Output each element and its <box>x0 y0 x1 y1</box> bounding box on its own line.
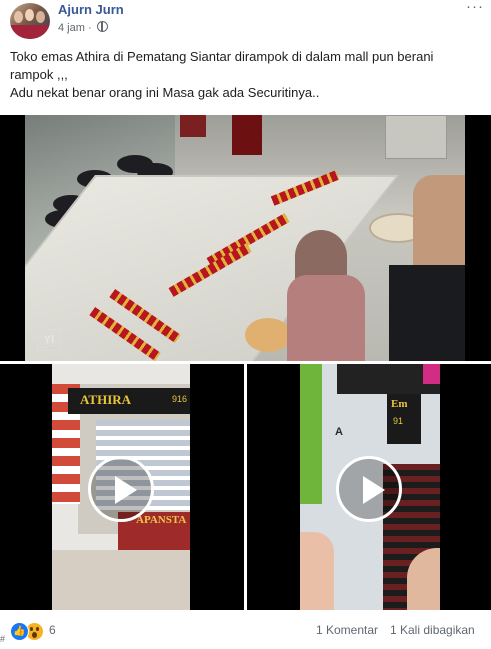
avatar[interactable] <box>10 3 50 39</box>
letterbox <box>465 115 491 361</box>
store-sign-fragment: A <box>335 426 343 438</box>
store-sign: ATHIRA <box>80 392 132 407</box>
video-thumbnail-2[interactable]: Em 91 A <box>247 364 491 610</box>
post-text-line: Adu nekat benar orang ini Masa gak ada S… <box>10 85 320 100</box>
post-footer: 👍 6 1 Komentar 1 Kali dibagikan # <box>0 616 491 649</box>
post-meta: 4 jam · <box>58 21 108 34</box>
shares-count[interactable]: 1 Kali dibagikan <box>390 623 475 637</box>
hash-mark: # <box>0 634 6 644</box>
post-text-line: Toko emas Athira di Pematang Siantar dir… <box>10 49 434 64</box>
reaction-count[interactable]: 6 <box>49 623 56 637</box>
letterbox <box>0 115 25 361</box>
main-photo[interactable]: Yl <box>25 115 465 361</box>
video-watermark: Yl <box>37 329 61 351</box>
more-options-icon[interactable]: ··· <box>466 0 484 15</box>
media-grid: Yl ATHIRA 916 APANSTA Em 91 A <box>0 115 491 610</box>
store-banner: APANSTA <box>136 514 187 526</box>
post-time[interactable]: 4 jam <box>58 22 85 34</box>
video-thumbnail-1[interactable]: ATHIRA 916 APANSTA <box>0 364 244 610</box>
like-reaction-icon[interactable]: 👍 <box>10 622 29 641</box>
store-sign: Em <box>391 398 408 410</box>
comments-count[interactable]: 1 Komentar <box>316 623 378 637</box>
post-header: Ajurn Jurn 4 jam · ··· <box>0 0 491 42</box>
post-text: Toko emas Athira di Pematang Siantar dir… <box>10 48 480 102</box>
play-icon[interactable] <box>88 456 154 522</box>
author-name[interactable]: Ajurn Jurn <box>58 2 124 17</box>
store-sign-number: 91 <box>393 416 404 426</box>
post-text-line: rampok ,,, <box>10 67 68 82</box>
play-icon[interactable] <box>336 456 402 522</box>
store-sign-number: 916 <box>172 394 188 404</box>
globe-icon <box>96 21 108 32</box>
